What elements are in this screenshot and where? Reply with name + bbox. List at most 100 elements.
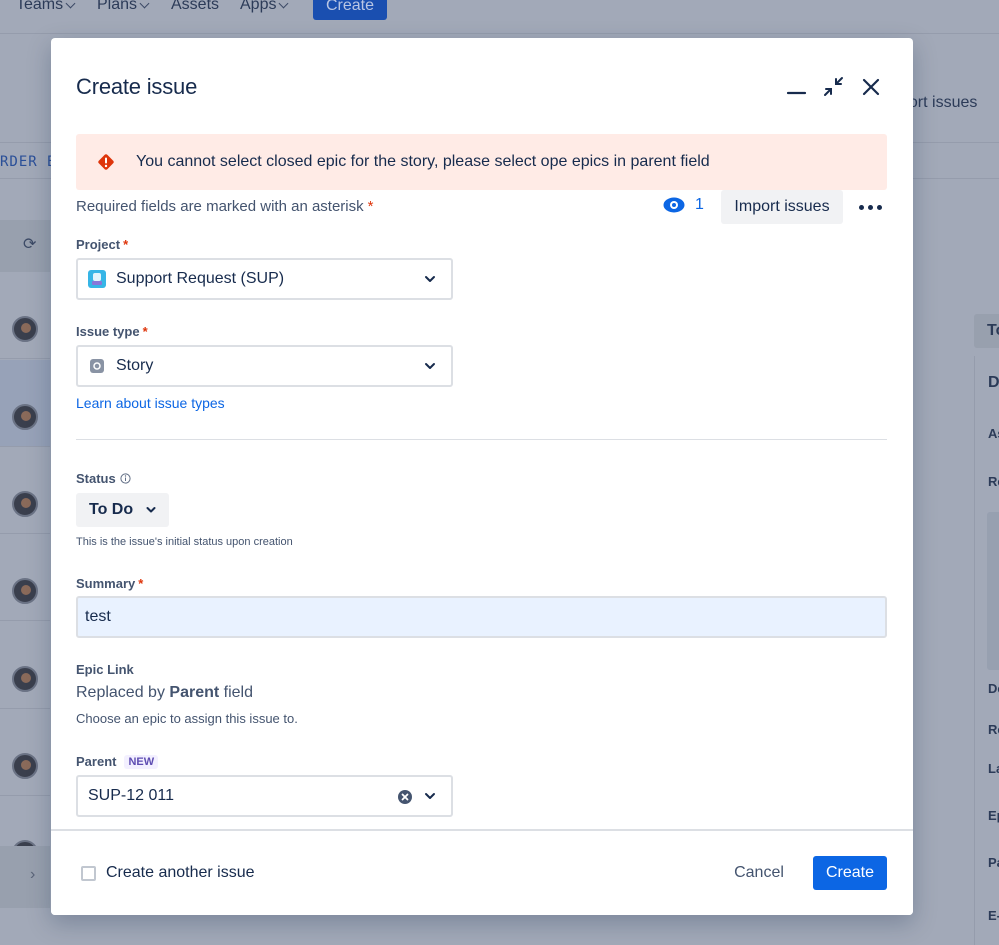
summary-label-text: Summary	[76, 576, 136, 591]
nav-plans[interactable]: Plans	[97, 0, 150, 14]
error-banner: You cannot select closed epic for the st…	[76, 134, 887, 190]
learn-issue-types-link[interactable]: Learn about issue types	[76, 395, 225, 411]
collapse-button[interactable]	[821, 74, 849, 102]
chevron-down-icon	[425, 793, 435, 799]
project-label-text: Project	[76, 237, 121, 252]
project-label: Project *	[76, 237, 128, 252]
modal-footer: Create another issue Cancel Create	[51, 829, 913, 915]
import-issues-button[interactable]: Import issues	[721, 190, 843, 224]
issue-type-label-text: Issue type	[76, 324, 140, 339]
parent-label-text: Parent	[76, 754, 117, 769]
nav-create-button[interactable]: Create	[313, 0, 387, 20]
close-icon	[862, 78, 880, 96]
divider	[76, 439, 887, 440]
panel-box	[987, 512, 999, 670]
panel-label: Pa	[988, 855, 999, 870]
create-button[interactable]: Create	[813, 856, 887, 890]
refresh-button[interactable]: ⟳	[0, 220, 50, 272]
avatar	[12, 491, 38, 517]
project-select[interactable]: Support Request (SUP)	[76, 258, 453, 300]
project-value: Support Request (SUP)	[116, 270, 285, 287]
panel-label: Re	[988, 474, 999, 489]
row-divider	[0, 446, 50, 447]
chevron-down-icon	[146, 507, 156, 513]
chevron-right-icon: ›	[30, 866, 36, 883]
error-icon	[98, 154, 114, 170]
row-divider	[0, 795, 50, 796]
board-column-label: RDER B	[0, 154, 57, 170]
row-divider	[0, 620, 50, 621]
panel-label: De	[988, 681, 999, 696]
more-icon	[858, 204, 882, 210]
required-asterisk: *	[123, 237, 129, 252]
issue-type-value: Story	[116, 357, 154, 374]
chevron-down-icon	[425, 276, 435, 282]
row-divider	[0, 358, 50, 359]
new-badge: NEW	[124, 755, 159, 769]
summary-label: Summary *	[76, 576, 143, 591]
info-icon[interactable]	[120, 473, 131, 484]
parent-value: SUP-12 011	[88, 787, 174, 804]
chevron-down-icon	[425, 363, 435, 369]
watch-button[interactable]: 1	[663, 196, 704, 214]
selected-row	[0, 360, 50, 446]
watch-count: 1	[695, 196, 704, 213]
required-asterisk: *	[142, 324, 148, 339]
chevron-down-icon	[65, 0, 76, 8]
epic-link-description: Choose an epic to assign this issue to.	[76, 711, 298, 726]
panel-label: As	[988, 426, 999, 441]
nav-apps[interactable]: Apps	[240, 0, 289, 14]
avatar	[12, 753, 38, 779]
status-label-text: Status	[76, 471, 116, 486]
required-asterisk: *	[367, 198, 374, 215]
status-label: Status	[76, 471, 131, 486]
collapse-icon	[824, 77, 843, 96]
epic-link-label: Epic Link	[76, 662, 134, 677]
eye-icon	[663, 197, 685, 213]
top-navigation: Teams Plans Assets Apps Create	[0, 0, 999, 34]
status-dropdown-button[interactable]: To Do	[76, 493, 169, 527]
issue-type-label: Issue type *	[76, 324, 148, 339]
required-fields-note: Required fields are marked with an aster…	[76, 198, 373, 215]
required-asterisk: *	[138, 576, 144, 591]
chevron-down-icon	[139, 0, 150, 8]
panel-label: D	[988, 374, 999, 391]
right-panel-tab[interactable]: To	[974, 314, 999, 348]
create-another-checkbox[interactable]	[81, 866, 96, 881]
create-another-label[interactable]: Create another issue	[106, 864, 255, 882]
issue-type-select[interactable]: Story	[76, 345, 453, 387]
required-note-text: Required fields are marked with an aster…	[76, 198, 364, 215]
replaced-suffix: field	[223, 684, 254, 701]
panel-label: La	[988, 761, 999, 776]
status-helper-text: This is the issue's initial status upon …	[76, 536, 293, 548]
replaced-bold: Parent	[169, 684, 220, 701]
avatar	[12, 578, 38, 604]
clear-icon[interactable]	[397, 789, 413, 805]
panel-label: Re	[988, 722, 999, 737]
parent-select[interactable]: SUP-12 011	[76, 775, 453, 817]
summary-input[interactable]	[76, 596, 887, 638]
minimize-button[interactable]	[783, 74, 811, 102]
status-value: To Do	[89, 501, 134, 518]
modal-title: Create issue	[76, 74, 198, 99]
expand-sidebar-button[interactable]: ›	[0, 846, 50, 908]
modal-header: Create issue	[76, 74, 197, 100]
nav-teams[interactable]: Teams	[16, 0, 76, 14]
avatar	[12, 666, 38, 692]
refresh-icon: ⟳	[23, 236, 37, 253]
cancel-button[interactable]: Cancel	[722, 855, 796, 891]
panel-label: Ep	[988, 808, 999, 823]
more-actions-button[interactable]	[855, 192, 885, 222]
project-avatar-icon	[88, 270, 106, 288]
close-button[interactable]	[857, 74, 885, 102]
avatar	[12, 404, 38, 430]
avatar	[12, 316, 38, 342]
replaced-prefix: Replaced by	[76, 684, 165, 701]
nav-assets[interactable]: Assets	[171, 0, 219, 14]
parent-label: Parent NEW	[76, 754, 159, 769]
story-icon	[90, 359, 104, 373]
chevron-down-icon	[279, 0, 289, 8]
error-message: You cannot select closed epic for the st…	[136, 153, 710, 170]
panel-label: E-	[988, 908, 999, 923]
row-divider	[0, 533, 50, 534]
